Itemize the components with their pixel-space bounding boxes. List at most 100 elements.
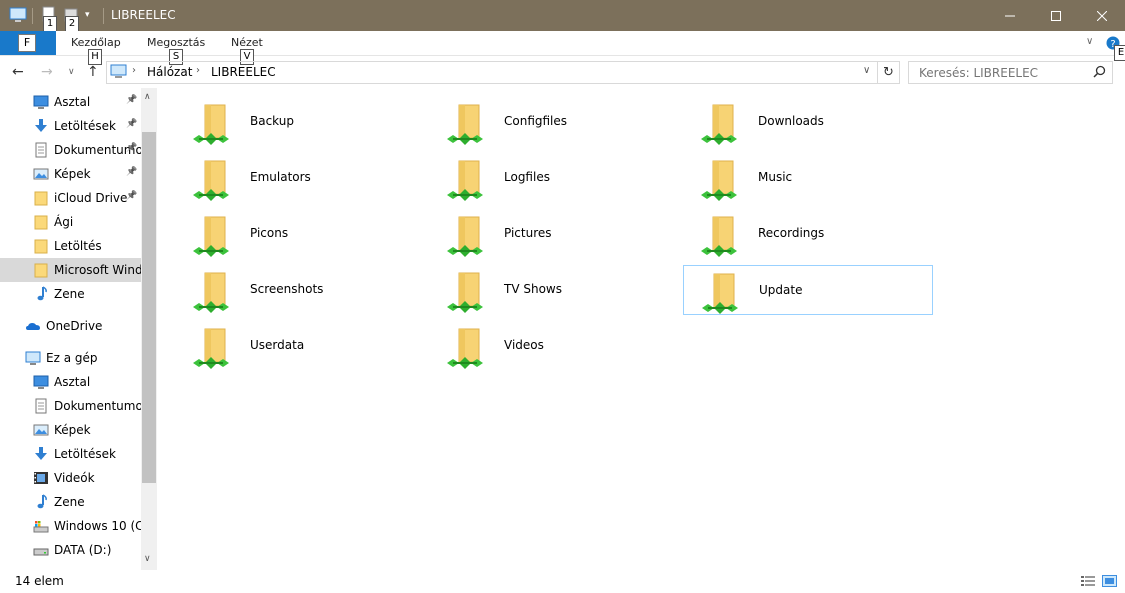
search-input[interactable]	[909, 62, 1091, 83]
folder-item[interactable]: Emulators	[175, 153, 425, 203]
folder-item[interactable]: Recordings	[683, 209, 933, 259]
shared-folder-icon	[193, 271, 235, 313]
search-box[interactable]	[908, 61, 1113, 84]
network-computer-icon	[110, 64, 127, 78]
pin-icon: 📌	[126, 143, 138, 153]
folder-item[interactable]: Downloads	[683, 97, 933, 147]
nav-item-label: Zene	[54, 287, 85, 301]
tab-share[interactable]: Megosztás	[147, 36, 205, 49]
shared-folder-icon	[447, 327, 489, 369]
recent-locations-chevron-icon[interactable]: ∨	[68, 67, 75, 77]
folder-name: Emulators	[250, 170, 311, 184]
nav-item-label: Letöltések	[54, 119, 116, 133]
keytip-2: 2	[65, 16, 79, 32]
nav-item-quick-access[interactable]: Letöltések 📌	[0, 114, 141, 138]
scroll-thumb[interactable]	[142, 132, 156, 483]
folder-item[interactable]: Configfiles	[429, 97, 679, 147]
address-row: ← → ∨ ↑ › Hálózat › LIBREELEC ∨ ↻	[0, 56, 1125, 88]
expand-ribbon-chevron-icon[interactable]: ∨	[1086, 36, 1093, 47]
file-tab[interactable]: F	[0, 31, 56, 55]
pin-icon: 📌	[126, 95, 138, 105]
customize-qat-chevron-icon[interactable]: ▾	[85, 10, 90, 30]
folder-icon	[33, 190, 49, 206]
nav-item-quick-access[interactable]: Letöltés	[0, 234, 141, 258]
folder-item[interactable]: Pictures	[429, 209, 679, 259]
window-title: LIBREELEC	[111, 8, 176, 22]
refresh-button[interactable]: ↻	[877, 61, 900, 84]
nav-item-label: Windows 10 (C:)	[54, 519, 141, 533]
address-bar[interactable]: › Hálózat › LIBREELEC ∨	[106, 61, 878, 84]
folder-name: Update	[759, 283, 803, 297]
properties-qat-button[interactable]: 1	[41, 6, 57, 32]
nav-item-this-pc-child[interactable]: Képek	[0, 418, 141, 442]
folder-item[interactable]: Picons	[175, 209, 425, 259]
search-icon[interactable]	[1093, 65, 1106, 78]
file-list: Backup Configfiles Downloads Emulators L…	[157, 88, 1125, 570]
breadcrumb-network[interactable]: Hálózat	[147, 65, 192, 79]
maximize-button[interactable]	[1033, 0, 1079, 31]
folder-item[interactable]: Backup	[175, 97, 425, 147]
details-view-icon[interactable]	[1080, 573, 1096, 589]
folder-item[interactable]: Update	[683, 265, 933, 315]
tab-view[interactable]: Nézet	[231, 36, 263, 49]
tab-home[interactable]: Kezdőlap	[71, 36, 121, 49]
nav-item-quick-access[interactable]: Asztal 📌	[0, 90, 141, 114]
computer-icon[interactable]	[9, 6, 27, 26]
folder-item[interactable]: Logfiles	[429, 153, 679, 203]
nav-item-quick-access[interactable]: Dokumentumok 📌	[0, 138, 141, 162]
nav-item-this-pc-child[interactable]: Asztal	[0, 370, 141, 394]
pictures-icon	[33, 166, 49, 182]
back-arrow-icon[interactable]: ←	[12, 64, 24, 80]
folder-item[interactable]: Music	[683, 153, 933, 203]
shared-folder-icon	[447, 159, 489, 201]
nav-item-this-pc-child[interactable]: Zene	[0, 490, 141, 514]
shared-folder-icon	[701, 215, 743, 257]
forward-arrow-icon[interactable]: →	[41, 64, 53, 80]
breadcrumb-libreelec[interactable]: LIBREELEC	[211, 65, 276, 79]
nav-item-this-pc-child[interactable]: Windows 10 (C:)	[0, 514, 141, 538]
nav-item-this-pc[interactable]: Ez a gép	[0, 346, 141, 370]
nav-scrollbar[interactable]: ∧ ∨	[141, 88, 157, 570]
nav-item-quick-access[interactable]: Képek 📌	[0, 162, 141, 186]
new-folder-qat-button[interactable]: 2	[63, 6, 79, 32]
item-count: 14 elem	[15, 574, 64, 588]
shared-folder-icon	[193, 103, 235, 145]
download-icon	[33, 118, 49, 134]
title-separator	[103, 8, 104, 24]
minimize-button[interactable]	[987, 0, 1033, 31]
folder-name: Recordings	[758, 226, 825, 240]
folder-item[interactable]: Userdata	[175, 321, 425, 371]
address-history-chevron-icon[interactable]: ∨	[863, 65, 870, 76]
folder-icon	[33, 214, 49, 230]
shared-folder-icon	[701, 103, 743, 145]
close-icon	[1097, 10, 1107, 21]
maximize-icon	[1051, 10, 1061, 21]
keytip-file: F	[18, 34, 36, 52]
nav-item-label: iCloud Drive	[54, 191, 128, 205]
folder-name: Userdata	[250, 338, 305, 352]
document-icon	[33, 142, 49, 158]
nav-item-this-pc-child[interactable]: DATA (D:)	[0, 538, 141, 562]
scroll-down-chevron-icon[interactable]: ∨	[144, 554, 151, 564]
breadcrumb-chevron-icon[interactable]: ›	[132, 65, 136, 76]
folder-item[interactable]: Videos	[429, 321, 679, 371]
nav-item-this-pc-child[interactable]: Letöltések	[0, 442, 141, 466]
nav-item-quick-access[interactable]: Microsoft Windows	[0, 258, 141, 282]
breadcrumb-chevron-icon[interactable]: ›	[196, 65, 200, 76]
nav-item-this-pc-child[interactable]: Videók	[0, 466, 141, 490]
nav-item-this-pc-child[interactable]: Dokumentumok	[0, 394, 141, 418]
folder-item[interactable]: Screenshots	[175, 265, 425, 315]
nav-item-quick-access[interactable]: Ági	[0, 210, 141, 234]
shared-folder-icon	[702, 272, 744, 314]
close-button[interactable]	[1079, 0, 1125, 31]
up-arrow-icon[interactable]: ↑	[87, 64, 99, 80]
nav-item-quick-access[interactable]: iCloud Drive 📌	[0, 186, 141, 210]
scroll-up-chevron-icon[interactable]: ∧	[144, 92, 151, 102]
qat-separator	[32, 8, 33, 24]
folder-item[interactable]: TV Shows	[429, 265, 679, 315]
large-icons-view-icon[interactable]	[1102, 573, 1118, 589]
nav-item-quick-access[interactable]: Zene	[0, 282, 141, 306]
folder-name: TV Shows	[504, 282, 562, 296]
nav-item-onedrive[interactable]: OneDrive	[0, 314, 141, 338]
nav-item-label: DATA (D:)	[54, 543, 112, 557]
